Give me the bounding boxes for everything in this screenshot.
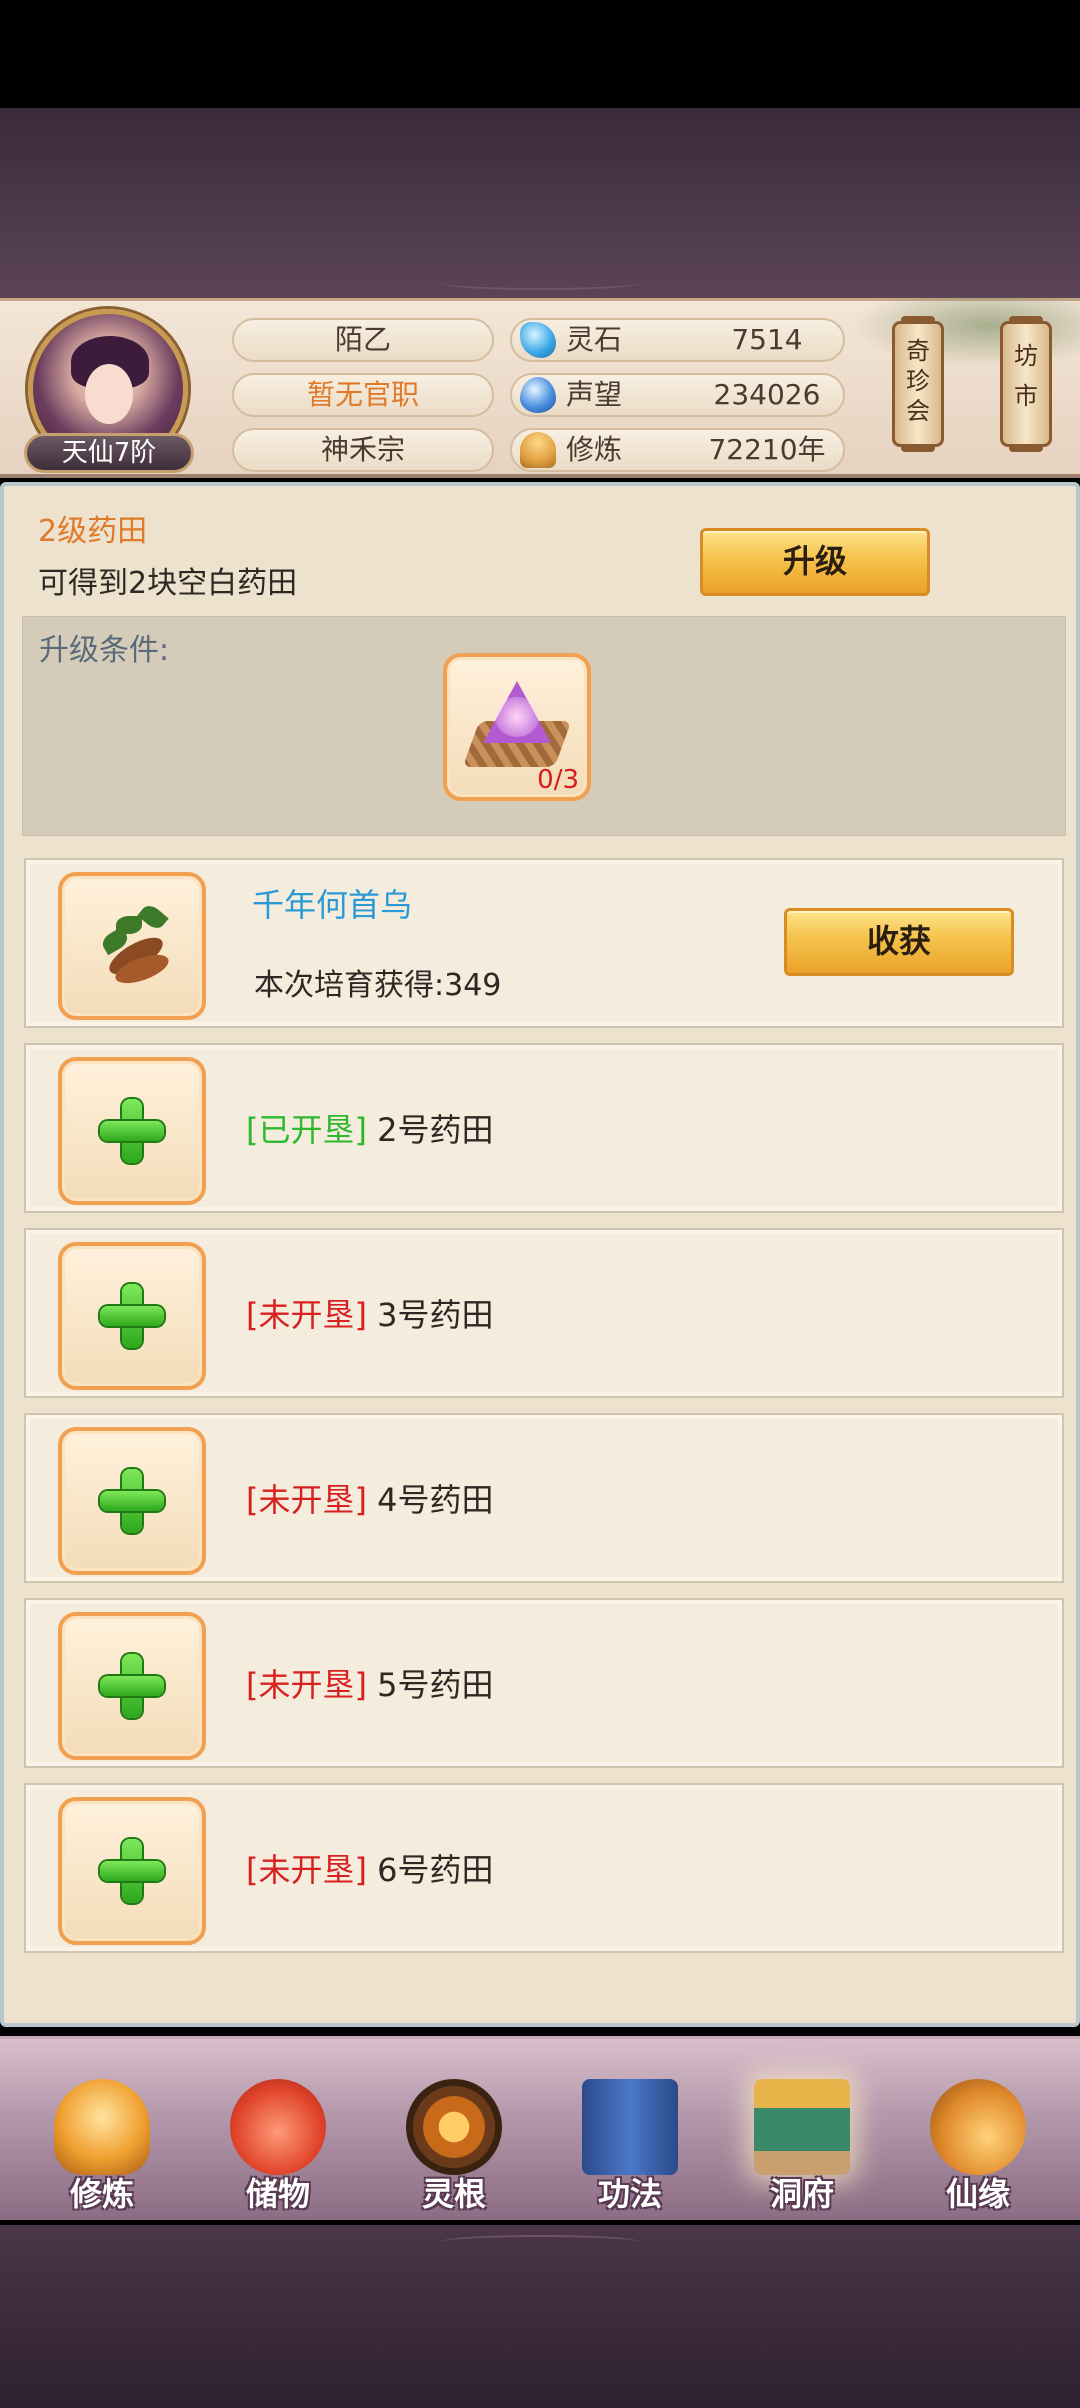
upgrade-description: 可得到2块空白药田: [38, 566, 298, 601]
material-glow: [495, 697, 539, 737]
reputation-icon: [520, 377, 556, 413]
field-name: 3号药田: [377, 1296, 494, 1334]
condition-label: 升级条件:: [39, 633, 170, 668]
official-title: 暂无官职: [232, 373, 494, 417]
stat-value: 234026: [713, 378, 821, 411]
nav-spirit-root[interactable]: 灵根: [374, 2039, 534, 2223]
plus-icon: [96, 1465, 168, 1537]
stat-spirit-stone: 灵石 7514: [510, 318, 845, 362]
stat-cultivation: 修炼 72210年: [510, 428, 845, 472]
herb-slot[interactable]: [58, 872, 206, 1020]
field-row[interactable]: [已开垦] 2号药田: [24, 1043, 1064, 1213]
herb-name: 千年何首乌: [252, 886, 413, 924]
nav-label: 功法: [597, 2175, 662, 2213]
storage-bag-icon: [230, 2079, 326, 2175]
plus-icon: [96, 1835, 168, 1907]
bottom-nav: 修炼 储物 灵根 功法 洞府 仙缘: [0, 2036, 1080, 2220]
plant-slot[interactable]: [58, 1242, 206, 1390]
bottom-decor-band: [0, 2225, 1080, 2408]
spirit-root-icon: [406, 2079, 502, 2175]
sect-name: 神禾宗: [232, 428, 494, 472]
field-status-tag: [未开垦]: [246, 1296, 367, 1334]
plus-icon: [96, 1095, 168, 1167]
market-button[interactable]: 坊市: [1000, 316, 1052, 452]
field-name: 2号药田: [377, 1111, 494, 1149]
ornament: [440, 2235, 640, 2249]
plus-icon: [96, 1280, 168, 1352]
field-row-harvest: 千年何首乌 本次培育获得:349 收获: [24, 858, 1064, 1028]
upgrade-button[interactable]: 升级: [700, 528, 930, 596]
treasure-auction-button[interactable]: 奇珍会: [892, 316, 944, 452]
plus-icon: [96, 1650, 168, 1722]
nav-fate[interactable]: 仙缘: [898, 2039, 1058, 2223]
field-name: 4号药田: [377, 1481, 494, 1519]
nav-label: 洞府: [769, 2175, 834, 2213]
harvest-gain: 本次培育获得:349: [254, 968, 502, 1003]
field-level-title: 2级药田: [38, 514, 148, 549]
nav-label: 灵根: [421, 2175, 486, 2213]
field-status-tag: [已开垦]: [246, 1111, 367, 1149]
stat-value: 72210年: [708, 433, 826, 466]
field-label: [未开垦] 3号药田: [246, 1290, 494, 1336]
field-status-tag: [未开垦]: [246, 1851, 367, 1889]
top-decor-band: [0, 108, 1080, 298]
player-name: 陌乙: [232, 318, 494, 362]
cultivate-icon: [54, 2079, 150, 2175]
stat-label: 修炼: [566, 433, 623, 466]
field-label: [未开垦] 6号药田: [246, 1845, 494, 1891]
field-label: [未开垦] 5号药田: [246, 1660, 494, 1706]
fate-gourd-icon: [930, 2079, 1026, 2175]
upgrade-conditions: 升级条件: 0/3: [22, 616, 1066, 836]
stat-reputation: 声望 234026: [510, 373, 845, 417]
field-name: 5号药田: [377, 1666, 494, 1704]
ornament: [440, 276, 640, 290]
field-name: 6号药田: [377, 1851, 494, 1889]
material-slot[interactable]: 0/3: [443, 653, 591, 801]
spirit-stone-icon: [520, 322, 556, 358]
stat-label: 灵石: [566, 323, 623, 356]
field-status-tag: [未开垦]: [246, 1481, 367, 1519]
field-row[interactable]: [未开垦] 4号药田: [24, 1413, 1064, 1583]
plant-slot[interactable]: [58, 1057, 206, 1205]
nav-cave-dwelling[interactable]: 洞府: [722, 2039, 882, 2223]
field-label: [未开垦] 4号药田: [246, 1475, 494, 1521]
nav-label: 仙缘: [945, 2175, 1010, 2213]
field-row[interactable]: [未开垦] 3号药田: [24, 1228, 1064, 1398]
herb-field-panel: 2级药田 可得到2块空白药田 升级 升级条件: 0/3 千年何首乌 本次培育获得…: [0, 482, 1080, 2027]
herb-icon: [84, 896, 184, 996]
nav-label: 修炼: [69, 2175, 134, 2213]
cave-dwelling-icon: [754, 2079, 850, 2175]
technique-book-icon: [582, 2079, 678, 2175]
treasure-auction-label: 奇珍会: [906, 337, 930, 425]
field-status-tag: [未开垦]: [246, 1666, 367, 1704]
material-icon: [462, 675, 572, 779]
avatar-face: [85, 364, 133, 424]
plant-slot[interactable]: [58, 1797, 206, 1945]
rank-badge: 天仙7阶: [24, 433, 194, 473]
field-label: [已开垦] 2号药田: [246, 1105, 494, 1151]
nav-storage[interactable]: 储物: [198, 2039, 358, 2223]
status-bar-area: [0, 0, 1080, 108]
upgrade-section: 2级药田 可得到2块空白药田 升级: [22, 486, 1066, 614]
field-row[interactable]: [未开垦] 6号药田: [24, 1783, 1064, 1953]
nav-technique[interactable]: 功法: [550, 2039, 710, 2223]
market-label: 坊市: [1014, 342, 1038, 410]
stat-value: 7514: [731, 323, 803, 356]
plant-slot[interactable]: [58, 1612, 206, 1760]
material-quantity: 0/3: [537, 765, 579, 795]
player-header: 天仙7阶 陌乙 暂无官职 神禾宗 灵石 7514 声望 234026 修炼 72…: [0, 297, 1080, 478]
nav-label: 储物: [245, 2175, 310, 2213]
cultivation-icon: [520, 432, 556, 468]
harvest-button[interactable]: 收获: [784, 908, 1014, 976]
nav-cultivate[interactable]: 修炼: [22, 2039, 182, 2223]
plant-slot[interactable]: [58, 1427, 206, 1575]
field-row[interactable]: [未开垦] 5号药田: [24, 1598, 1064, 1768]
herb-leaf: [137, 901, 169, 933]
stat-label: 声望: [566, 378, 623, 411]
